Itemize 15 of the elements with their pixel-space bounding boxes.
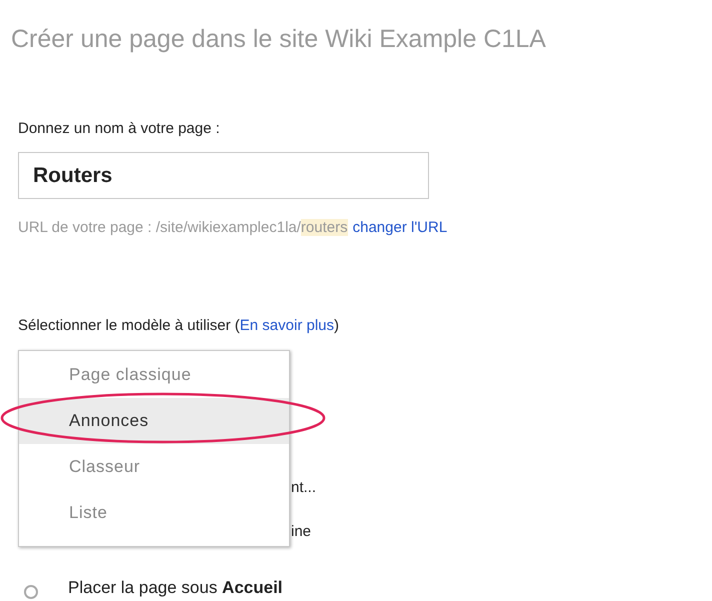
dropdown-option[interactable]: Page classique	[19, 352, 289, 398]
radio-label: Placer la page sous Accueil	[68, 577, 283, 599]
page-name-field[interactable]: Routers	[18, 152, 429, 199]
dropdown-option[interactable]: Annonces	[19, 398, 289, 444]
dropdown-option[interactable]: Classeur	[19, 444, 289, 490]
template-label: Sélectionner le modèle à utiliser (En savoir plus)	[18, 317, 339, 334]
covered-text: nt...	[291, 478, 316, 498]
url-path: URL de votre page : /site/wikiexamplec1la/routers	[18, 218, 348, 238]
dropdown-option[interactable]: Liste	[19, 490, 289, 536]
covered-text: ine	[291, 522, 312, 542]
change-url-link[interactable]: changer l'URL	[352, 217, 448, 239]
radio-button[interactable]	[24, 585, 38, 599]
page-title: Créer une page dans le site Wiki Example C1LA	[11, 24, 546, 55]
field-label: Donnez un nom à votre page :	[18, 119, 221, 139]
learn-more-link[interactable]: En savoir plus	[240, 317, 334, 334]
